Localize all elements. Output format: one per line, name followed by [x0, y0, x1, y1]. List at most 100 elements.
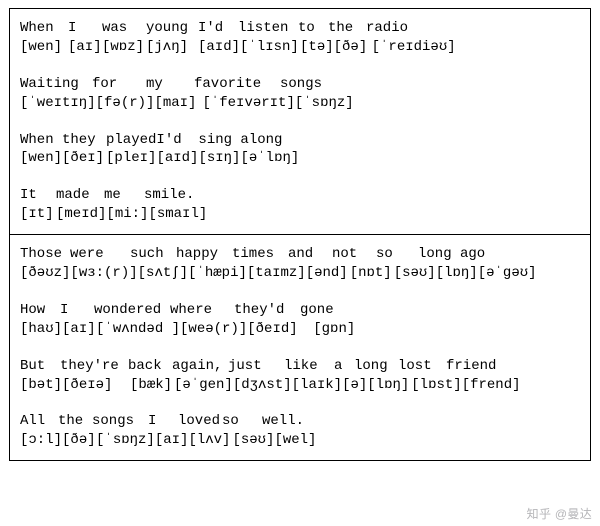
word-row: AllthesongsIlovedsowell.: [20, 412, 580, 431]
phonetic: [jʌŋ]: [146, 38, 198, 57]
word: But: [20, 357, 60, 376]
phonetic: [wen]: [20, 149, 62, 168]
word: I'd: [198, 19, 238, 38]
phonetic: [sɪŋ]: [198, 149, 240, 168]
phonetic: [aɪ]: [62, 320, 96, 339]
phonetic: [lʌv]: [188, 431, 232, 450]
phonetic: [ˈwʌndəd ]: [96, 320, 180, 339]
word: How: [20, 301, 60, 320]
phonetic: [dʒʌst]: [233, 376, 292, 395]
phonetic: [frend]: [462, 376, 521, 395]
word: played: [106, 131, 156, 150]
word-row: Itmademesmile.: [20, 186, 580, 205]
word-row: Waitingformyfavoritesongs: [20, 75, 580, 94]
phonetic: [ˈreɪdiəʊ]: [372, 38, 456, 57]
word: and: [288, 245, 332, 264]
word: the: [328, 19, 366, 38]
phonetic: [lɒŋ]: [436, 264, 478, 283]
word: happy: [176, 245, 232, 264]
phonetic: [bət]: [20, 376, 62, 395]
phonetic: [taɪmz]: [247, 264, 306, 283]
phonetic: [ɪt]: [20, 205, 56, 224]
phonetic: [ðeɪə]: [62, 376, 130, 395]
word: friend: [446, 357, 502, 376]
panel-1: Thoseweresuchhappytimesandnotsolongago[ð…: [9, 235, 591, 461]
word: back: [128, 357, 172, 376]
word: When: [20, 131, 62, 150]
word: such: [130, 245, 176, 264]
word: listen: [238, 19, 298, 38]
word: they'd: [234, 301, 300, 320]
phonetic: [mi:]: [106, 205, 148, 224]
line-pair: HowIwonderedwherethey'dgone[haʊ][aɪ][ˈwʌ…: [20, 301, 580, 339]
phonetic: [fə(r)]: [96, 94, 155, 113]
phonetic: [aɪd]: [198, 38, 240, 57]
word: just: [228, 357, 284, 376]
phonetic: [aɪ]: [155, 431, 189, 450]
phonetic: [bæk]: [130, 376, 174, 395]
phonetic: [ə]: [342, 376, 367, 395]
phonetic: [wel]: [274, 431, 322, 450]
line-pair: Butthey'rebackagain,justlikealonglostfri…: [20, 357, 580, 395]
line-pair: Waitingformyfavoritesongs[ˈweɪtɪŋ][fə(r)…: [20, 75, 580, 113]
phonetic: [laɪk]: [292, 376, 342, 395]
word: gone: [300, 301, 348, 320]
phonetic: [wen]: [20, 38, 68, 57]
phonetic: [ˈweɪtɪŋ]: [20, 94, 96, 113]
phonetic: [tə]: [300, 38, 334, 57]
word: I: [68, 19, 102, 38]
phonetic: [meɪd]: [56, 205, 106, 224]
word: Waiting: [20, 75, 92, 94]
word: a: [334, 357, 354, 376]
word: loved: [178, 412, 222, 431]
word: me: [104, 186, 144, 205]
word: long: [354, 357, 398, 376]
word: made: [56, 186, 104, 205]
word: songs: [280, 75, 340, 94]
word: sing: [198, 131, 240, 150]
phonetic: [pleɪ]: [106, 149, 156, 168]
phonetic-row: [wen][ðeɪ][pleɪ][aɪd][sɪŋ][əˈlɒŋ]: [20, 149, 580, 168]
phonetic-row: [ɪt][meɪd][mi:][smaɪl]: [20, 205, 580, 224]
phonetic: [wɜ:(r)]: [70, 264, 137, 283]
phonetic: [ˈhæpi]: [188, 264, 247, 283]
phonetic: [ðə]: [334, 38, 372, 57]
word: It: [20, 186, 56, 205]
word: not: [332, 245, 376, 264]
word-row: WhentheyplayedI'dsingalong: [20, 131, 580, 150]
word: well.: [262, 412, 310, 431]
line-pair: WhenIwasyoungI'dlistentotheradio[wen][aɪ…: [20, 19, 580, 57]
phonetic: [ðeɪ]: [62, 149, 106, 168]
word: where: [170, 301, 234, 320]
phonetic: [əˈlɒŋ]: [240, 149, 300, 168]
panel-0: WhenIwasyoungI'dlistentotheradio[wen][aɪ…: [9, 8, 591, 235]
phonetic-row: [wen][aɪ][wɒz][jʌŋ][aɪd][ˈlɪsn][tə][ðə][…: [20, 38, 580, 57]
phonetic: [wɒz]: [102, 38, 146, 57]
word: was: [102, 19, 146, 38]
panels-container: WhenIwasyoungI'dlistentotheradio[wen][aɪ…: [9, 8, 591, 461]
phonetic: [gɒn]: [313, 320, 361, 339]
phonetic: [səʊ]: [232, 431, 274, 450]
phonetic: [sʌtʃ]: [138, 264, 188, 283]
lyrics-sheet: WhenIwasyoungI'dlistentotheradio[wen][aɪ…: [0, 0, 600, 526]
word: long: [418, 245, 460, 264]
phonetic: [ðeɪd]: [247, 320, 313, 339]
phonetic-row: [bət][ðeɪə][bæk][əˈgen][dʒʌst][laɪk][ə] […: [20, 376, 580, 395]
phonetic: [weə(r)]: [180, 320, 247, 339]
phonetic-row: [ɔ:l][ðə][ˈsɒŋz][aɪ][lʌv][səʊ][wel]: [20, 431, 580, 450]
phonetic: [ɔ:l]: [20, 431, 62, 450]
word: young: [146, 19, 198, 38]
word: the: [58, 412, 92, 431]
phonetic: [ˈlɪsn]: [240, 38, 300, 57]
word: I: [60, 301, 94, 320]
word: ago: [460, 245, 520, 264]
word: wondered: [94, 301, 170, 320]
word: I'd: [156, 131, 198, 150]
phonetic: [maɪ]: [154, 94, 202, 113]
word: lost: [398, 357, 446, 376]
word: times: [232, 245, 288, 264]
line-pair: Thoseweresuchhappytimesandnotsolongago[ð…: [20, 245, 580, 283]
word-row: WhenIwasyoungI'dlistentotheradio: [20, 19, 580, 38]
phonetic-row: [ˈweɪtɪŋ][fə(r)][maɪ][ˈfeɪvərɪt][ˈsɒŋz]: [20, 94, 580, 113]
phonetic: [əˈgen]: [174, 376, 233, 395]
